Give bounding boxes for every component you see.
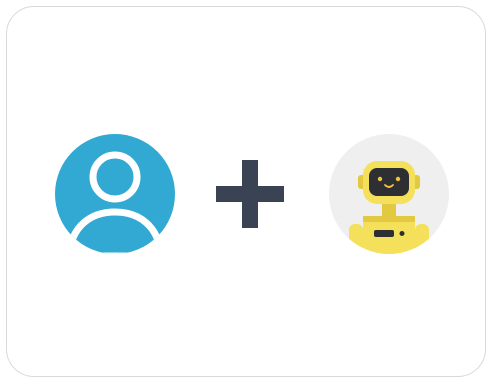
robot-icon bbox=[329, 134, 449, 254]
user-icon bbox=[55, 134, 175, 254]
plus-icon bbox=[214, 158, 286, 230]
